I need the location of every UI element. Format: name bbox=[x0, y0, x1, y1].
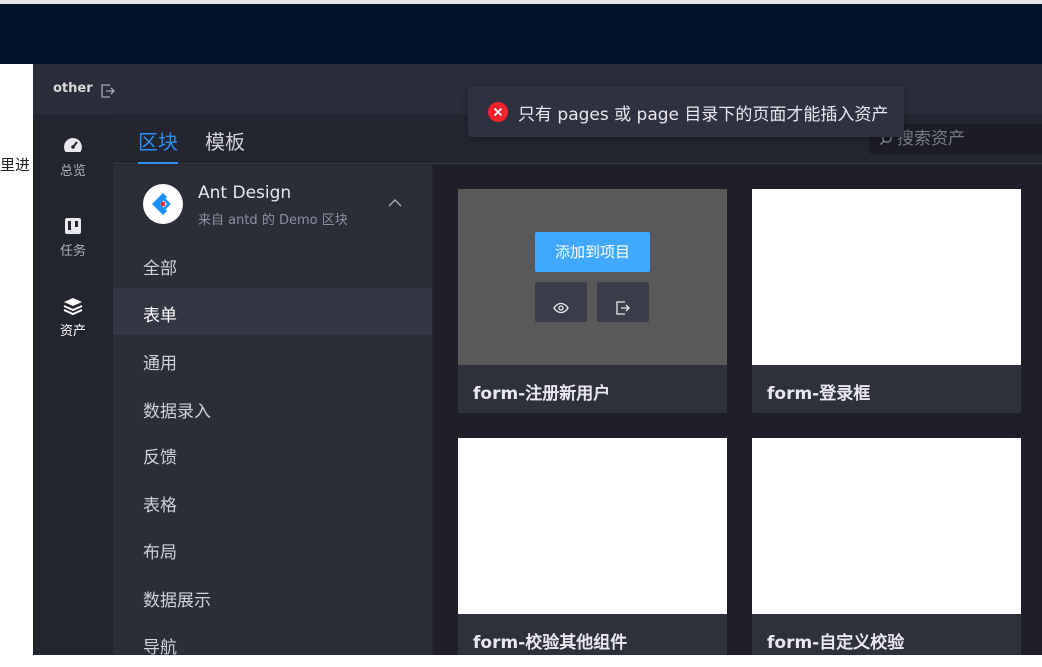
category-label: 全部 bbox=[143, 259, 177, 279]
rail-item-overview[interactable]: 总览 bbox=[33, 136, 113, 196]
library-name: Ant Design bbox=[198, 183, 292, 203]
dashboard-icon bbox=[64, 138, 82, 152]
add-to-project-button[interactable]: 添加到项目 bbox=[535, 232, 650, 272]
category-data-display[interactable]: 数据展示 bbox=[113, 573, 432, 620]
block-card[interactable]: form-登录框 bbox=[752, 189, 1021, 413]
card-thumbnail bbox=[752, 438, 1021, 614]
side-rail: 总览 任务 资产 bbox=[33, 114, 113, 655]
block-grid: 添加到项目 form-注册新用户 form-登录框 form-校验其他组件 fo… bbox=[433, 165, 1042, 655]
category-label: 表单 bbox=[143, 306, 177, 326]
assets-panel: other 总览 任务 资产 区块 模板 搜索资产 Ant Design 来自 … bbox=[33, 64, 1042, 658]
category-form[interactable]: 表单 bbox=[113, 288, 432, 335]
open-external-button[interactable] bbox=[597, 282, 649, 322]
category-label: 导航 bbox=[143, 638, 177, 658]
eye-icon bbox=[553, 302, 569, 314]
category-layout[interactable]: 布局 bbox=[113, 525, 432, 572]
rail-label-tasks: 任务 bbox=[59, 244, 86, 259]
search-input[interactable] bbox=[897, 128, 1037, 150]
card-thumbnail bbox=[752, 189, 1021, 365]
card-title: form-注册新用户 bbox=[473, 384, 611, 404]
panel-title: other bbox=[53, 81, 93, 96]
rail-label-overview: 总览 bbox=[59, 164, 86, 179]
chevron-up-icon[interactable] bbox=[388, 198, 402, 207]
card-title: form-校验其他组件 bbox=[473, 633, 628, 653]
category-navigation[interactable]: 导航 bbox=[113, 620, 432, 667]
category-label: 数据展示 bbox=[143, 591, 211, 611]
close-circle-icon bbox=[488, 102, 508, 122]
category-data-entry[interactable]: 数据录入 bbox=[113, 384, 432, 431]
assets-icon bbox=[63, 298, 83, 316]
category-sidebar: Ant Design 来自 antd 的 Demo 区块 全部 表单 通用 数据… bbox=[113, 165, 432, 658]
top-navigation-bar bbox=[0, 4, 1042, 64]
export-icon bbox=[616, 301, 630, 315]
tab-blocks[interactable]: 区块 bbox=[138, 126, 178, 164]
category-general[interactable]: 通用 bbox=[113, 336, 432, 383]
category-label: 通用 bbox=[143, 354, 177, 374]
card-title: form-登录框 bbox=[767, 384, 871, 404]
block-card[interactable]: form-校验其他组件 bbox=[458, 438, 727, 655]
category-table[interactable]: 表格 bbox=[113, 478, 432, 525]
rail-label-assets: 资产 bbox=[59, 324, 86, 339]
toast-message: 只有 pages 或 page 目录下的页面才能插入资产 bbox=[518, 105, 889, 125]
block-card[interactable]: form-自定义校验 bbox=[752, 438, 1021, 655]
tasks-icon bbox=[65, 218, 81, 234]
ant-design-logo-icon bbox=[143, 184, 183, 224]
category-all[interactable]: 全部 bbox=[113, 241, 432, 288]
rail-item-tasks[interactable]: 任务 bbox=[33, 216, 113, 276]
category-label: 表格 bbox=[143, 496, 177, 516]
category-label: 数据录入 bbox=[143, 402, 211, 422]
background-page-text: 里进 bbox=[0, 156, 31, 174]
library-header[interactable]: Ant Design 来自 antd 的 Demo 区块 bbox=[113, 165, 432, 237]
card-thumbnail bbox=[458, 438, 727, 614]
rail-item-assets[interactable]: 资产 bbox=[33, 296, 113, 356]
block-card[interactable]: 添加到项目 form-注册新用户 bbox=[458, 189, 727, 413]
tab-templates[interactable]: 模板 bbox=[205, 126, 245, 164]
library-subtitle: 来自 antd 的 Demo 区块 bbox=[198, 213, 348, 228]
card-title: form-自定义校验 bbox=[767, 633, 905, 653]
category-feedback[interactable]: 反馈 bbox=[113, 430, 432, 477]
preview-button[interactable] bbox=[535, 282, 587, 322]
card-hover-overlay: 添加到项目 bbox=[458, 189, 727, 365]
category-label: 反馈 bbox=[143, 448, 177, 468]
background-page bbox=[0, 64, 34, 196]
content-area: 区块 模板 Ant Design 来自 antd 的 Demo 区块 全部 表单… bbox=[113, 114, 1042, 658]
category-label: 布局 bbox=[143, 543, 177, 563]
exit-icon[interactable] bbox=[101, 83, 115, 98]
error-toast: 只有 pages 或 page 目录下的页面才能插入资产 bbox=[468, 86, 904, 137]
